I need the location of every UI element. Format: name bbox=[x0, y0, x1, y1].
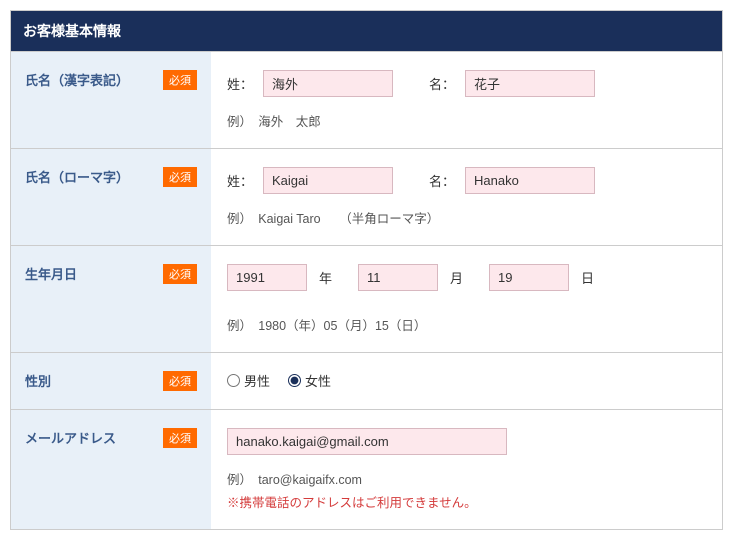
mei-kanji-input[interactable] bbox=[465, 70, 595, 97]
label-cell: 生年月日 必須 bbox=[11, 246, 211, 352]
sei-label: 姓： bbox=[227, 74, 253, 93]
gender-male-label: 男性 bbox=[244, 371, 270, 390]
example-text: 例） Kaigai Taro （半角ローマ字） bbox=[227, 208, 706, 227]
row-name-roma: 氏名（ローマ字） 必須 姓： 名： 例） Kaigai Taro （半角ローマ字… bbox=[11, 148, 722, 245]
month-unit: 月 bbox=[450, 268, 463, 287]
field-cell: 男性 女性 bbox=[211, 353, 722, 409]
required-badge: 必須 bbox=[163, 167, 197, 187]
field-label: 性別 bbox=[25, 371, 51, 390]
day-unit: 日 bbox=[581, 268, 594, 287]
gender-male-radio[interactable] bbox=[227, 374, 240, 387]
sei-kanji-input[interactable] bbox=[263, 70, 393, 97]
gender-radio-group: 男性 女性 bbox=[227, 371, 706, 390]
label-cell: 氏名（ローマ字） 必須 bbox=[11, 149, 211, 245]
label-cell: 氏名（漢字表記） 必須 bbox=[11, 52, 211, 148]
field-cell: 例） taro@kaigaifx.com ※携帯電話のアドレスはご利用できません… bbox=[211, 410, 722, 529]
field-label: 氏名（ローマ字） bbox=[25, 167, 129, 186]
field-cell: 姓： 名： 例） 海外 太郎 bbox=[211, 52, 722, 148]
field-label: 氏名（漢字表記） bbox=[25, 70, 129, 89]
birth-day-input[interactable] bbox=[489, 264, 569, 291]
gender-male-option[interactable]: 男性 bbox=[227, 371, 270, 390]
required-badge: 必須 bbox=[163, 70, 197, 90]
section-title: お客様基本情報 bbox=[23, 23, 121, 39]
example-text: 例） 海外 太郎 bbox=[227, 111, 706, 130]
name-inputs: 姓： 名： bbox=[227, 167, 706, 194]
field-label: 生年月日 bbox=[25, 264, 77, 283]
row-name-kanji: 氏名（漢字表記） 必須 姓： 名： 例） 海外 太郎 bbox=[11, 51, 722, 148]
label-cell: メールアドレス 必須 bbox=[11, 410, 211, 529]
birth-year-input[interactable] bbox=[227, 264, 307, 291]
year-unit: 年 bbox=[319, 268, 332, 287]
mei-label: 名： bbox=[429, 74, 455, 93]
row-email: メールアドレス 必須 例） taro@kaigaifx.com ※携帯電話のアド… bbox=[11, 409, 722, 529]
customer-info-form: お客様基本情報 氏名（漢字表記） 必須 姓： 名： 例） 海外 太郎 氏名（ロー… bbox=[10, 10, 723, 530]
row-birth: 生年月日 必須 年 月 日 例） 1980（年）05（月）15（日） bbox=[11, 245, 722, 352]
required-badge: 必須 bbox=[163, 371, 197, 391]
name-inputs: 姓： 名： bbox=[227, 70, 706, 97]
section-header: お客様基本情報 bbox=[11, 11, 722, 51]
gender-female-radio[interactable] bbox=[288, 374, 301, 387]
sei-roma-input[interactable] bbox=[263, 167, 393, 194]
email-warning: ※携帯電話のアドレスはご利用できません。 bbox=[227, 492, 706, 511]
gender-female-label: 女性 bbox=[305, 371, 331, 390]
row-gender: 性別 必須 男性 女性 bbox=[11, 352, 722, 409]
gender-female-option[interactable]: 女性 bbox=[288, 371, 331, 390]
mei-label: 名： bbox=[429, 171, 455, 190]
mei-roma-input[interactable] bbox=[465, 167, 595, 194]
example-text: 例） taro@kaigaifx.com bbox=[227, 469, 706, 488]
field-cell: 年 月 日 例） 1980（年）05（月）15（日） bbox=[211, 246, 722, 352]
email-input[interactable] bbox=[227, 428, 507, 455]
birth-month-input[interactable] bbox=[358, 264, 438, 291]
field-cell: 姓： 名： 例） Kaigai Taro （半角ローマ字） bbox=[211, 149, 722, 245]
label-cell: 性別 必須 bbox=[11, 353, 211, 409]
required-badge: 必須 bbox=[163, 264, 197, 284]
sei-label: 姓： bbox=[227, 171, 253, 190]
birth-inputs: 年 月 日 bbox=[227, 264, 706, 291]
field-label: メールアドレス bbox=[25, 428, 116, 447]
required-badge: 必須 bbox=[163, 428, 197, 448]
example-text: 例） 1980（年）05（月）15（日） bbox=[227, 315, 706, 334]
